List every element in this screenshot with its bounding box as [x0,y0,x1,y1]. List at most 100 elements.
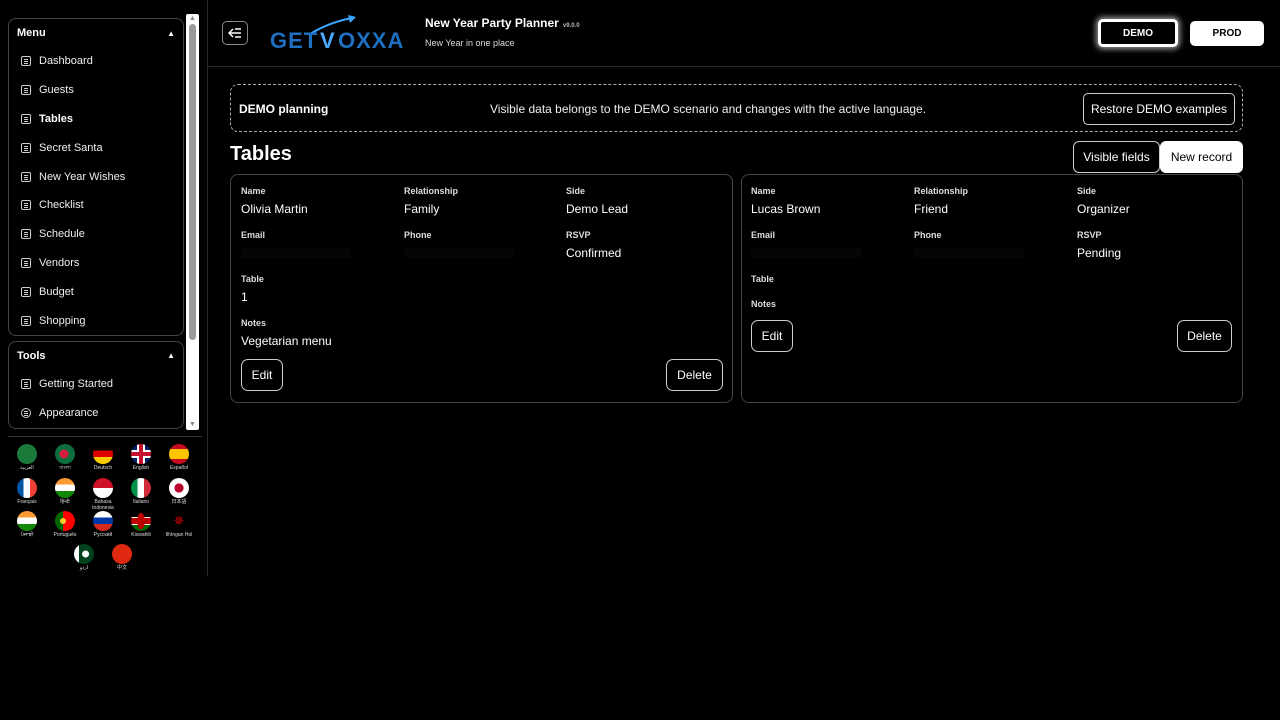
banner-title: DEMO planning [239,102,329,116]
edit-button[interactable]: Edit [751,320,793,352]
palette-icon [21,408,31,419]
sidebar-item-appearance[interactable]: Appearance [9,399,183,428]
language-label: Русский [93,532,113,538]
list-icon [21,56,31,67]
language-label: Bahasa Indonesia [92,499,114,511]
side-field: Side Demo Lead [566,186,716,216]
field-label: Table [751,274,774,284]
sidebar-scrollbar[interactable]: ▲ ▼ [186,14,199,430]
flag-china-icon [112,544,132,564]
flag-india-icon [55,478,75,498]
language-en[interactable]: English [122,444,160,471]
sidebar-item-label: New Year Wishes [39,170,126,183]
rsvp-field: RSVP Confirmed [566,230,716,260]
field-value: Confirmed [566,246,622,260]
language-bn[interactable]: বাংলা [46,444,84,471]
language-zh[interactable]: 中文 [103,544,141,571]
sidebar-item-tables[interactable]: Tables [9,105,183,134]
getvoxxa-logo-icon: GET V OXXA [270,15,403,53]
language-id[interactable]: Bahasa Indonesia [84,478,122,511]
menu-group: Menu ▲ Dashboard Guests Tables Secret Sa… [8,18,184,336]
scroll-up-icon[interactable]: ▲ [186,14,199,24]
field-label: Phone [914,230,942,240]
field-value: Pending [1077,246,1122,260]
language-pa[interactable]: ਪੰਜਾਬੀ [8,511,46,538]
sidebar-item-dashboard[interactable]: Dashboard [9,47,183,76]
delete-button[interactable]: Delete [1177,320,1232,352]
phone-field: Phone [404,230,554,258]
field-value: Lucas Brown [751,202,821,216]
notes-field: Notes [751,299,901,309]
field-label: Email [241,230,266,240]
brand-logo: GET V OXXA [270,14,412,53]
demo-mode-button[interactable]: DEMO [1098,19,1178,47]
sidebar-item-label: Checklist [39,199,84,212]
sidebar-item-vendors[interactable]: Vendors [9,249,183,278]
language-pt[interactable]: Português [46,511,84,538]
table-field: Table 1 [241,274,391,304]
app-version: v9.0.0 [562,23,580,29]
menu-group-header[interactable]: Menu ▲ [9,19,183,47]
edit-button[interactable]: Edit [241,359,283,391]
language-label: 日本語 [171,499,187,505]
masked-value [404,248,514,258]
language-it[interactable]: Italiano [122,478,160,505]
language-ur[interactable]: اردو [65,544,103,571]
field-value: Organizer [1077,202,1130,216]
tools-group-header[interactable]: Tools ▲ [9,342,183,370]
language-label: Português [53,532,77,538]
sidebar-item-checklist[interactable]: Checklist [9,191,183,220]
sidebar-item-secret-santa[interactable]: Secret Santa [9,133,183,162]
sidebar-item-shopping[interactable]: Shopping [9,306,183,335]
list-icon [21,85,31,96]
scroll-down-icon[interactable]: ▼ [186,420,199,430]
language-fr[interactable]: Français [8,478,46,505]
field-label: Name [241,186,266,196]
flag-russia-icon [93,511,113,531]
language-sw[interactable]: Kiswahili [122,511,160,538]
notes-field: Notes Vegetarian menu [241,318,391,348]
language-label: Français [17,499,37,505]
field-label: Side [566,186,586,196]
sidebar-item-getting-started[interactable]: Getting Started [9,370,183,399]
field-label: Phone [404,230,432,240]
language-tlh[interactable]: ✵ tlhIngan Hol [160,511,198,538]
sidebar-item-new-year-wishes[interactable]: New Year Wishes [9,162,183,191]
language-ar[interactable]: العربية [8,444,46,471]
app-subtitle: New Year in one place [425,38,515,48]
restore-demo-button[interactable]: Restore DEMO examples [1083,93,1235,125]
new-record-button[interactable]: New record [1160,141,1243,173]
language-label: العربية [20,465,34,471]
app-title-text: New Year Party Planner [425,16,559,30]
masked-value [751,248,861,258]
language-label: English [132,465,150,471]
sidebar-item-label: Appearance [39,407,99,420]
flag-bangladesh-icon [55,444,75,464]
flag-india-icon [17,511,37,531]
language-picker: العربية বাংলা Deutsch English Español Fr… [8,436,202,576]
sidebar-item-budget[interactable]: Budget [9,277,183,306]
visible-fields-button[interactable]: Visible fields [1073,141,1160,173]
language-label: اردو [79,565,89,571]
language-ru[interactable]: Русский [84,511,122,538]
sidebar-item-guests[interactable]: Guests [9,76,183,105]
language-ja[interactable]: 日本語 [160,478,198,505]
flag-france-icon [17,478,37,498]
sidebar-item-schedule[interactable]: Schedule [9,220,183,249]
scrollbar-thumb[interactable] [189,24,196,340]
collapse-sidebar-button[interactable] [222,21,248,45]
name-field: Name Lucas Brown [751,186,901,216]
language-label: 中文 [116,565,127,571]
delete-button[interactable]: Delete [666,359,723,391]
sidebar-item-label: Schedule [39,228,85,241]
table-field: Table [751,274,901,284]
language-label: ਪੰਜਾਬੀ [20,532,34,538]
language-hi[interactable]: हिन्दी [46,478,84,505]
flag-pakistan-icon [74,544,94,564]
language-de[interactable]: Deutsch [84,444,122,471]
language-es[interactable]: Español [160,444,198,471]
prod-mode-button[interactable]: PROD [1190,21,1264,46]
app-title: New Year Party Planner v9.0.0 [425,16,580,30]
sidebar-item-label: Budget [39,285,74,298]
flag-germany-icon [93,444,113,464]
